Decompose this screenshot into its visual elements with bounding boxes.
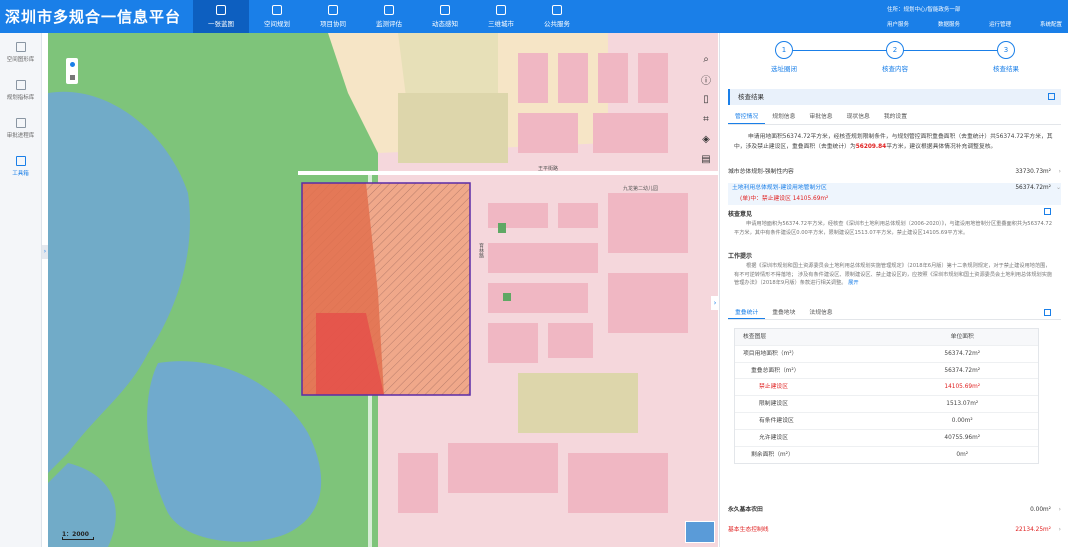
share-icon[interactable] xyxy=(1044,309,1051,316)
project-icon xyxy=(328,5,338,15)
map-icon xyxy=(216,5,226,15)
chevron-right-icon: › xyxy=(1058,169,1061,175)
cube-icon xyxy=(15,41,26,52)
tab-regulations[interactable]: 法规信息 xyxy=(802,307,839,319)
chevron-right-icon: › xyxy=(1058,527,1061,533)
expand-link[interactable]: 展开 xyxy=(848,280,858,286)
row-farmland[interactable]: 永久基本农田 0.00m² › xyxy=(728,503,1061,517)
sidebar-item-spatial[interactable]: 空间图形库 xyxy=(0,33,41,71)
work-text: 根据《深圳市规划和国土资源委员会土地利用总体规划实施管理规定》（2018年6月版… xyxy=(734,263,1053,286)
book-icon[interactable]: ▯ xyxy=(700,93,712,105)
tab-overlap-parcels[interactable]: 重叠地块 xyxy=(765,307,802,319)
report-icon[interactable]: ▤ xyxy=(700,153,712,165)
tab-planning[interactable]: 规划信息 xyxy=(765,111,802,124)
result-panel: 1 选址圈闭 2 核查内容 3 核查结果 核查结果 管控情况 规划信息 审批信息 现状… xyxy=(719,33,1068,547)
monitor-icon xyxy=(384,5,394,15)
tab-status[interactable]: 现状信息 xyxy=(840,111,877,124)
tab-overlap-stats[interactable]: 重叠统计 xyxy=(728,307,766,319)
nav-public-service[interactable]: 公共服务 xyxy=(529,0,585,33)
user-info: 住所：规划中心/智能政务一部 xyxy=(887,7,961,13)
link-system-config[interactable]: 系统配置 xyxy=(1040,20,1062,28)
result-tabs: 管控情况 规划信息 审批信息 现状信息 我的设置 xyxy=(728,111,1061,125)
left-sidebar: 空间图形库 规划指标库 审批进程库 工具箱 xyxy=(0,33,42,547)
chevron-down-icon: ⌄ xyxy=(1056,185,1061,191)
summary-highlight: 56209.84 xyxy=(855,144,887,150)
basemap-switcher[interactable] xyxy=(685,521,715,543)
step-3[interactable]: 3 核查结果 xyxy=(976,41,1036,73)
panel-collapse-handle[interactable]: › xyxy=(711,296,719,310)
nav-spatial-planning[interactable]: 空间规划 xyxy=(249,0,305,33)
info-icon[interactable]: ⓘ xyxy=(700,73,712,87)
table-row: 重叠总面积（m²） 56374.72m² xyxy=(735,363,1038,380)
row-land-use[interactable]: 土地利用总体规划-建设用地管制分区 (单)中：禁止建设区 14105.69m² … xyxy=(728,183,1061,205)
review-text: 申请用地面积为56374.72平方米，经核查《深圳市土地利用总体规划（2006-… xyxy=(734,221,1053,236)
map-tools: ⌕ ⓘ ▯ ⌗ ◈ ▤ xyxy=(696,53,716,173)
row-land-use-sub: (单)中：禁止建设区 14105.69m² xyxy=(740,196,829,202)
road-label-2: 育林路 xyxy=(478,243,484,258)
section-header: 核查结果 xyxy=(728,89,1061,105)
step-1[interactable]: 1 选址圈闭 xyxy=(754,41,814,73)
scale-bar xyxy=(62,537,94,540)
map-graphics xyxy=(48,33,718,547)
tab-approval[interactable]: 审批信息 xyxy=(802,111,839,124)
header-links: 用户服务 数据服务 运行管理 系统配置 xyxy=(887,20,1062,28)
home-icon xyxy=(552,5,562,15)
table-row: 项目用地面积（m²） 56374.72m² xyxy=(735,346,1038,363)
sidebar-item-approvals[interactable]: 审批进程库 xyxy=(0,109,41,147)
city-icon xyxy=(496,5,506,15)
toolbox-icon xyxy=(15,155,26,166)
road-label-1: 王平街路 xyxy=(538,166,559,172)
chevron-right-icon: › xyxy=(1058,507,1061,513)
link-data-service[interactable]: 数据服务 xyxy=(938,20,960,28)
sidebar-item-indicators[interactable]: 规划指标库 xyxy=(0,71,41,109)
table-row: 禁止建设区 14105.69m² xyxy=(735,379,1038,397)
stats-table: 核查图层 单位面积 项目用地面积（m²） 56374.72m² 重叠总面积（m²） 5… xyxy=(734,328,1039,465)
trash-icon[interactable] xyxy=(69,75,75,80)
stats-tabs: 重叠统计 重叠地块 法规信息 xyxy=(728,307,1061,320)
tab-settings[interactable]: 我的设置 xyxy=(877,111,914,124)
nav-monitoring[interactable]: 监测评估 xyxy=(361,0,417,33)
table-row: 剩余面积（m²） 0m² xyxy=(751,451,969,458)
table-header: 核查图层 单位面积 xyxy=(735,329,1038,346)
map-canvas[interactable]: 王平街路 育林路 九龙第二幼儿园 ⌕ ⓘ ▯ ⌗ ◈ ▤ 1：2000 xyxy=(48,33,718,547)
export-icon[interactable] xyxy=(1048,93,1055,100)
top-header: 深圳市多规合一信息平台 一张蓝图 空间规划 项目协同 监测评估 动态感知 三维城… xyxy=(0,0,1068,33)
map-layer-control[interactable] xyxy=(66,58,78,84)
link-user-service[interactable]: 用户服务 xyxy=(887,20,909,28)
poi-label: 九龙第二幼儿园 xyxy=(623,186,659,192)
search-icon[interactable]: ⌕ xyxy=(700,53,712,65)
location-icon[interactable] xyxy=(69,62,75,67)
work-title: 工作提示 xyxy=(728,253,753,260)
folder-icon xyxy=(15,117,26,128)
review-title: 核查意见 xyxy=(728,211,753,218)
document-icon xyxy=(15,79,26,90)
nav-project-collab[interactable]: 项目协同 xyxy=(305,0,361,33)
sidebar-item-toolbox[interactable]: 工具箱 xyxy=(0,147,41,185)
table-row: 允许建设区 40755.96m² xyxy=(735,430,1038,447)
doc-icon[interactable] xyxy=(1044,208,1051,215)
tab-control[interactable]: 管控情况 xyxy=(728,111,766,124)
nav-perception[interactable]: 动态感知 xyxy=(417,0,473,33)
nav-blueprint[interactable]: 一张蓝图 xyxy=(193,0,249,33)
crop-icon[interactable]: ⌗ xyxy=(700,113,712,125)
step-2[interactable]: 2 核查内容 xyxy=(865,41,925,73)
layers-icon xyxy=(272,5,282,15)
nav-3d-city[interactable]: 三维城市 xyxy=(473,0,529,33)
main-nav: 一张蓝图 空间规划 项目协同 监测评估 动态感知 三维城市 公共服务 xyxy=(193,0,585,33)
pulse-icon xyxy=(440,5,450,15)
row-master-plan[interactable]: 城市总体规划-强制性内容 33730.73m² › xyxy=(728,165,1061,179)
app-title: 深圳市多规合一信息平台 xyxy=(5,8,182,26)
layers-icon[interactable]: ◈ xyxy=(700,133,712,145)
step-indicator: 1 选址圈闭 2 核查内容 3 核查结果 xyxy=(720,33,1068,81)
header-right: 住所：规划中心/智能政务一部 用户服务 数据服务 运行管理 系统配置 xyxy=(887,3,1062,31)
row-eco-line[interactable]: 基本生态控制线 22134.25m² › xyxy=(728,523,1061,537)
summary-text: 申请用地面积56374.72平方米，经核查规划限制条件，与规划管控面积重叠面积（… xyxy=(734,134,1053,150)
table-row: 有条件建设区 0.00m² xyxy=(735,413,1038,430)
table-row: 限制建设区 1513.07m² xyxy=(735,396,1038,413)
link-operations[interactable]: 运行管理 xyxy=(989,20,1011,28)
